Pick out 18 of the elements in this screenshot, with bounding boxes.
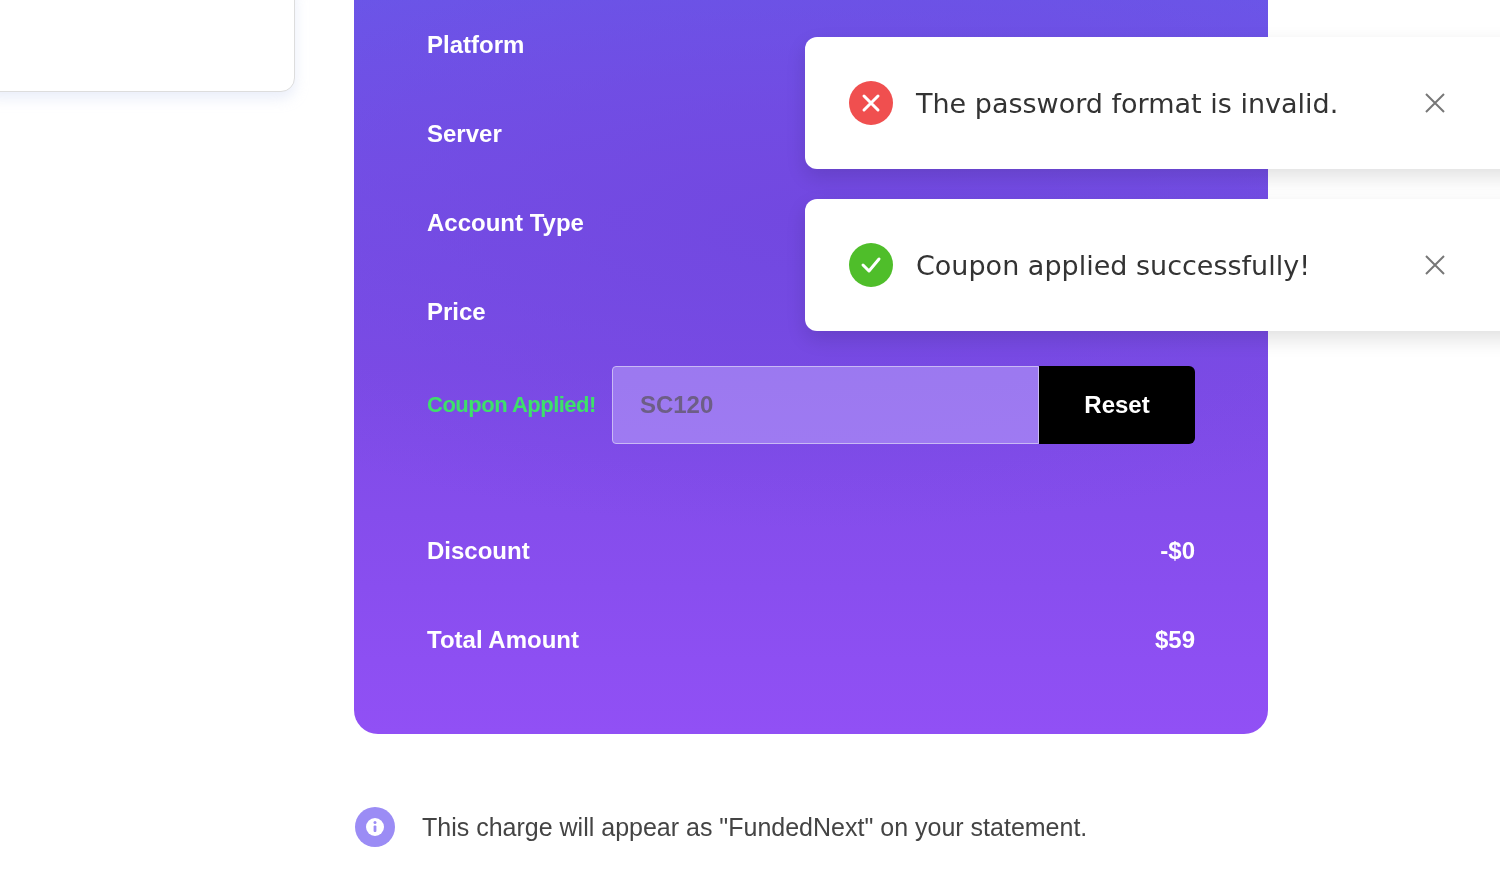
summary-label: Server xyxy=(427,119,502,148)
reset-button[interactable]: Reset xyxy=(1039,366,1195,444)
summary-label: Platform xyxy=(427,30,525,59)
close-icon[interactable] xyxy=(1424,254,1446,276)
info-icon xyxy=(354,806,396,848)
summary-value: $59 xyxy=(1154,625,1195,654)
close-icon[interactable] xyxy=(1424,92,1446,114)
toast-message: Coupon applied successfully! xyxy=(916,249,1312,281)
summary-label: Account Type xyxy=(427,208,584,237)
coupon-status: Coupon Applied! xyxy=(427,392,596,418)
summary-label: Discount xyxy=(427,536,530,565)
statement-note: This charge will appear as "FundedNext" on your statement. xyxy=(422,812,1088,842)
summary-label: Total Amount xyxy=(427,625,579,654)
error-icon xyxy=(848,80,894,126)
summary-value: -$0 xyxy=(1160,536,1195,565)
toast-message: The password format is invalid. xyxy=(916,87,1340,119)
summary-label: Price xyxy=(427,297,486,326)
success-icon xyxy=(848,242,894,288)
